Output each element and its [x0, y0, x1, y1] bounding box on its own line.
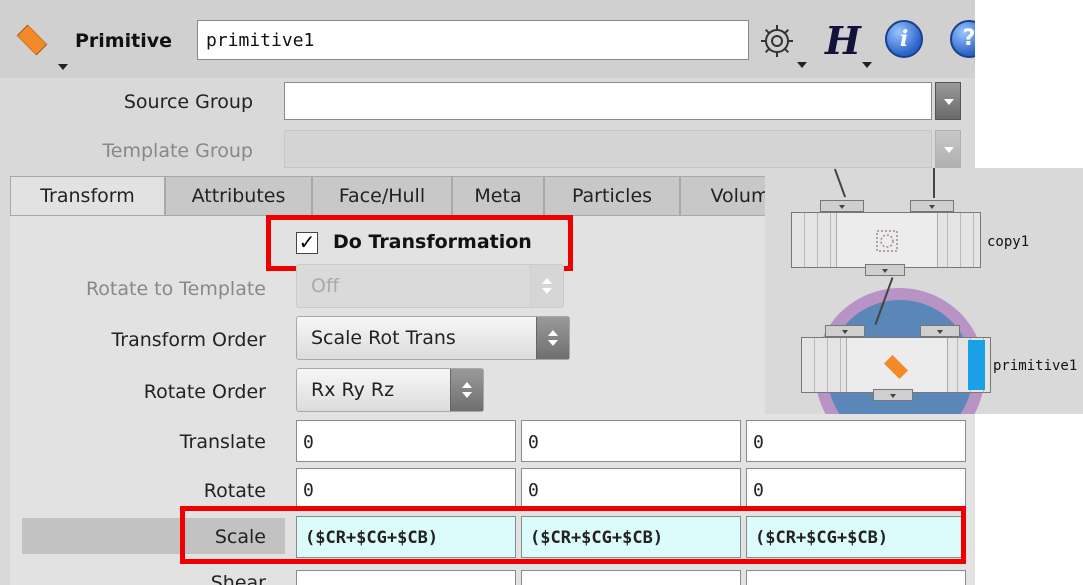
shear-y-field[interactable]: 0 — [521, 570, 741, 585]
input-wire — [833, 168, 847, 198]
tab-meta[interactable]: Meta — [452, 176, 544, 216]
translate-y-field[interactable]: 0 — [521, 420, 741, 462]
input-wire — [933, 168, 935, 198]
copy1-node-icon-area — [836, 213, 938, 267]
template-group-field — [284, 130, 932, 168]
display-flag[interactable] — [968, 340, 985, 390]
shear-z-field[interactable]: 0 — [746, 570, 966, 585]
node-type-label: Primitive — [75, 30, 172, 52]
copy1-label: copy1 — [987, 234, 1030, 250]
copy1-input-port[interactable] — [820, 200, 864, 212]
rotate-order-menu[interactable]: Rx Ry Rz — [296, 368, 484, 412]
transform-order-label: Transform Order — [111, 329, 266, 351]
primitive1-node-icon-area — [846, 338, 948, 392]
source-group-label: Source Group — [123, 91, 253, 113]
template-group-label: Template Group — [102, 140, 253, 162]
scale-highlight — [180, 506, 966, 564]
node-name-field[interactable]: primitive1 — [197, 20, 749, 60]
primitive-diamond-icon — [883, 354, 909, 380]
do-transformation-highlight — [266, 215, 573, 271]
rotate-order-value: Rx Ry Rz — [311, 379, 395, 401]
primitive1-input-port[interactable] — [920, 325, 960, 337]
rotate-x-field[interactable]: 0 — [296, 468, 516, 510]
rotate-order-label: Rotate Order — [143, 381, 266, 403]
network-view-inset: copy1 primitive1 — [765, 168, 1083, 414]
tab-particles[interactable]: Particles — [544, 176, 680, 216]
primitive-diamond-icon[interactable] — [16, 24, 48, 56]
rotate-z-field[interactable]: 0 — [746, 468, 966, 510]
rotate-order-spinner-icon[interactable] — [450, 369, 483, 411]
shear-x-field[interactable]: 0 — [296, 570, 516, 585]
rotate-to-template-menu: Off — [296, 264, 564, 308]
rotate-y-field[interactable]: 0 — [521, 468, 741, 510]
primitive1-input-port[interactable] — [825, 325, 865, 337]
copy1-output-port[interactable] — [865, 264, 905, 276]
source-group-dropdown-button[interactable] — [935, 82, 961, 120]
shear-label: Shear — [210, 572, 266, 585]
translate-x-field[interactable]: 0 — [296, 420, 516, 462]
info-icon[interactable]: i — [885, 20, 923, 58]
gear-menu-arrow-icon[interactable] — [797, 62, 807, 68]
chevron-down-icon[interactable] — [58, 64, 68, 70]
tab-attributes[interactable]: Attributes — [165, 176, 312, 216]
transform-order-value: Scale Rot Trans — [311, 327, 456, 349]
gear-icon[interactable] — [758, 22, 796, 60]
template-group-dropdown-button — [935, 130, 961, 168]
h-menu-arrow-icon[interactable] — [862, 62, 872, 68]
copy1-input-port[interactable] — [910, 200, 954, 212]
copy1-node[interactable] — [791, 212, 981, 268]
transform-order-spinner-icon[interactable] — [536, 317, 569, 359]
rotate-to-template-value: Off — [311, 275, 340, 297]
transform-order-menu[interactable]: Scale Rot Trans — [296, 316, 570, 360]
translate-z-field[interactable]: 0 — [746, 420, 966, 462]
primitive1-output-port[interactable] — [873, 389, 913, 401]
rotate-to-template-label: Rotate to Template — [85, 278, 266, 300]
rotate-label: Rotate — [203, 480, 266, 502]
help-icon[interactable]: ? — [950, 20, 975, 58]
rotate-to-template-spinner-icon — [530, 265, 563, 307]
tab-face-hull[interactable]: Face/Hull — [312, 176, 452, 216]
parameter-header: Primitive primitive1 H i ? — [0, 0, 975, 78]
primitive1-label: primitive1 — [993, 358, 1078, 374]
houdini-h-icon[interactable]: H — [825, 18, 861, 63]
copy-stamp-icon — [876, 230, 898, 252]
tab-transform[interactable]: Transform — [10, 176, 165, 218]
translate-label: Translate — [179, 431, 266, 453]
source-group-field[interactable] — [284, 82, 932, 120]
primitive1-node[interactable] — [801, 337, 991, 393]
